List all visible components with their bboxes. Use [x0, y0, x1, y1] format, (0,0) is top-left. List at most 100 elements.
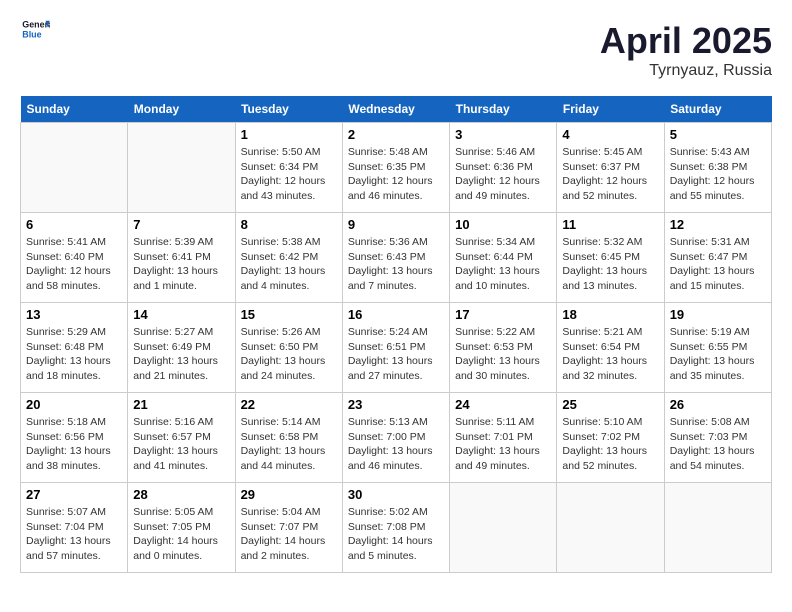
day-number: 13 [26, 307, 122, 322]
calendar-cell: 13 Sunrise: 5:29 AM Sunset: 6:48 PM Dayli… [21, 303, 128, 393]
calendar-cell: 30 Sunrise: 5:02 AM Sunset: 7:08 PM Dayli… [342, 483, 449, 573]
day-detail: Sunrise: 5:43 AM Sunset: 6:38 PM Dayligh… [670, 145, 766, 204]
day-detail: Sunrise: 5:50 AM Sunset: 6:34 PM Dayligh… [241, 145, 337, 204]
calendar-cell: 10Sunrise: 5:34 AM Sunset: 6:44 PM Dayli… [450, 213, 557, 303]
day-detail: Sunrise: 5:29 AM Sunset: 6:48 PM Dayligh… [26, 325, 122, 384]
day-number: 24 [455, 397, 551, 412]
day-detail: Sunrise: 5:24 AM Sunset: 6:51 PM Dayligh… [348, 325, 444, 384]
day-number: 25 [562, 397, 658, 412]
calendar-cell: 24Sunrise: 5:11 AM Sunset: 7:01 PM Dayli… [450, 393, 557, 483]
day-detail: Sunrise: 5:45 AM Sunset: 6:37 PM Dayligh… [562, 145, 658, 204]
calendar-cell: 16 Sunrise: 5:24 AM Sunset: 6:51 PM Dayli… [342, 303, 449, 393]
weekday-header-row: SundayMondayTuesdayWednesdayThursdayFrid… [21, 96, 772, 123]
calendar-cell: 1Sunrise: 5:50 AM Sunset: 6:34 PM Daylig… [235, 123, 342, 213]
svg-text:Blue: Blue [22, 29, 41, 39]
day-detail: Sunrise: 5:41 AM Sunset: 6:40 PM Dayligh… [26, 235, 122, 294]
day-detail: Sunrise: 5:48 AM Sunset: 6:35 PM Dayligh… [348, 145, 444, 204]
calendar-cell: 14Sunrise: 5:27 AM Sunset: 6:49 PM Dayli… [128, 303, 235, 393]
calendar-cell [664, 483, 771, 573]
day-number: 17 [455, 307, 551, 322]
day-number: 18 [562, 307, 658, 322]
calendar-cell: 12 Sunrise: 5:31 AM Sunset: 6:47 PM Dayli… [664, 213, 771, 303]
calendar-cell: 6 Sunrise: 5:41 AM Sunset: 6:40 PM Daylig… [21, 213, 128, 303]
day-detail: Sunrise: 5:08 AM Sunset: 7:03 PM Dayligh… [670, 415, 766, 474]
day-number: 5 [670, 127, 766, 142]
weekday-header: Monday [128, 96, 235, 123]
month-title: April 2025 [600, 20, 772, 62]
calendar-cell: 5 Sunrise: 5:43 AM Sunset: 6:38 PM Daylig… [664, 123, 771, 213]
weekday-header: Wednesday [342, 96, 449, 123]
calendar-week-row: 27Sunrise: 5:07 AM Sunset: 7:04 PM Dayli… [21, 483, 772, 573]
calendar-cell: 20 Sunrise: 5:18 AM Sunset: 6:56 PM Dayli… [21, 393, 128, 483]
day-number: 12 [670, 217, 766, 232]
calendar-cell: 22 Sunrise: 5:14 AM Sunset: 6:58 PM Dayli… [235, 393, 342, 483]
calendar-week-row: 6 Sunrise: 5:41 AM Sunset: 6:40 PM Daylig… [21, 213, 772, 303]
weekday-header: Sunday [21, 96, 128, 123]
day-number: 4 [562, 127, 658, 142]
day-number: 9 [348, 217, 444, 232]
day-number: 11 [562, 217, 658, 232]
calendar-week-row: 13 Sunrise: 5:29 AM Sunset: 6:48 PM Dayli… [21, 303, 772, 393]
calendar-cell: 15 Sunrise: 5:26 AM Sunset: 6:50 PM Dayli… [235, 303, 342, 393]
day-number: 21 [133, 397, 229, 412]
weekday-header: Thursday [450, 96, 557, 123]
logo: General Blue [20, 20, 50, 45]
calendar-cell: 11 Sunrise: 5:32 AM Sunset: 6:45 PM Dayli… [557, 213, 664, 303]
calendar-cell [21, 123, 128, 213]
calendar-table: SundayMondayTuesdayWednesdayThursdayFrid… [20, 96, 772, 573]
day-detail: Sunrise: 5:10 AM Sunset: 7:02 PM Dayligh… [562, 415, 658, 474]
calendar-cell [128, 123, 235, 213]
calendar-cell: 29Sunrise: 5:04 AM Sunset: 7:07 PM Dayli… [235, 483, 342, 573]
calendar-cell: 23 Sunrise: 5:13 AM Sunset: 7:00 PM Dayli… [342, 393, 449, 483]
calendar-week-row: 20 Sunrise: 5:18 AM Sunset: 6:56 PM Dayli… [21, 393, 772, 483]
day-detail: Sunrise: 5:22 AM Sunset: 6:53 PM Dayligh… [455, 325, 551, 384]
day-number: 20 [26, 397, 122, 412]
calendar-cell: 17 Sunrise: 5:22 AM Sunset: 6:53 PM Dayli… [450, 303, 557, 393]
title-block: April 2025 Tyrnyauz, Russia [600, 20, 772, 80]
day-number: 26 [670, 397, 766, 412]
location: Tyrnyauz, Russia [600, 62, 772, 80]
calendar-cell: 21 Sunrise: 5:16 AM Sunset: 6:57 PM Dayli… [128, 393, 235, 483]
day-number: 30 [348, 487, 444, 502]
day-detail: Sunrise: 5:02 AM Sunset: 7:08 PM Dayligh… [348, 505, 444, 564]
day-number: 6 [26, 217, 122, 232]
calendar-cell: 26 Sunrise: 5:08 AM Sunset: 7:03 PM Dayli… [664, 393, 771, 483]
day-number: 7 [133, 217, 229, 232]
weekday-header: Tuesday [235, 96, 342, 123]
day-detail: Sunrise: 5:14 AM Sunset: 6:58 PM Dayligh… [241, 415, 337, 474]
day-detail: Sunrise: 5:18 AM Sunset: 6:56 PM Dayligh… [26, 415, 122, 474]
calendar-cell: 19Sunrise: 5:19 AM Sunset: 6:55 PM Dayli… [664, 303, 771, 393]
day-number: 15 [241, 307, 337, 322]
day-number: 3 [455, 127, 551, 142]
weekday-header: Friday [557, 96, 664, 123]
day-number: 16 [348, 307, 444, 322]
day-detail: Sunrise: 5:07 AM Sunset: 7:04 PM Dayligh… [26, 505, 122, 564]
calendar-cell: 28Sunrise: 5:05 AM Sunset: 7:05 PM Dayli… [128, 483, 235, 573]
calendar-cell: 25 Sunrise: 5:10 AM Sunset: 7:02 PM Dayli… [557, 393, 664, 483]
day-number: 23 [348, 397, 444, 412]
calendar-cell [557, 483, 664, 573]
calendar-cell [450, 483, 557, 573]
day-detail: Sunrise: 5:34 AM Sunset: 6:44 PM Dayligh… [455, 235, 551, 294]
day-detail: Sunrise: 5:46 AM Sunset: 6:36 PM Dayligh… [455, 145, 551, 204]
day-number: 29 [241, 487, 337, 502]
calendar-week-row: 1Sunrise: 5:50 AM Sunset: 6:34 PM Daylig… [21, 123, 772, 213]
day-detail: Sunrise: 5:13 AM Sunset: 7:00 PM Dayligh… [348, 415, 444, 474]
calendar-cell: 18Sunrise: 5:21 AM Sunset: 6:54 PM Dayli… [557, 303, 664, 393]
day-detail: Sunrise: 5:39 AM Sunset: 6:41 PM Dayligh… [133, 235, 229, 294]
weekday-header: Saturday [664, 96, 771, 123]
day-detail: Sunrise: 5:31 AM Sunset: 6:47 PM Dayligh… [670, 235, 766, 294]
calendar-cell: 9 Sunrise: 5:36 AM Sunset: 6:43 PM Daylig… [342, 213, 449, 303]
day-detail: Sunrise: 5:26 AM Sunset: 6:50 PM Dayligh… [241, 325, 337, 384]
day-detail: Sunrise: 5:36 AM Sunset: 6:43 PM Dayligh… [348, 235, 444, 294]
calendar-cell: 4 Sunrise: 5:45 AM Sunset: 6:37 PM Daylig… [557, 123, 664, 213]
page-header: General Blue April 2025 Tyrnyauz, Russia [20, 20, 772, 80]
day-number: 22 [241, 397, 337, 412]
day-detail: Sunrise: 5:16 AM Sunset: 6:57 PM Dayligh… [133, 415, 229, 474]
calendar-cell: 27Sunrise: 5:07 AM Sunset: 7:04 PM Dayli… [21, 483, 128, 573]
calendar-cell: 7 Sunrise: 5:39 AM Sunset: 6:41 PM Daylig… [128, 213, 235, 303]
day-detail: Sunrise: 5:32 AM Sunset: 6:45 PM Dayligh… [562, 235, 658, 294]
day-detail: Sunrise: 5:19 AM Sunset: 6:55 PM Dayligh… [670, 325, 766, 384]
calendar-cell: 3 Sunrise: 5:46 AM Sunset: 6:36 PM Daylig… [450, 123, 557, 213]
day-detail: Sunrise: 5:05 AM Sunset: 7:05 PM Dayligh… [133, 505, 229, 564]
